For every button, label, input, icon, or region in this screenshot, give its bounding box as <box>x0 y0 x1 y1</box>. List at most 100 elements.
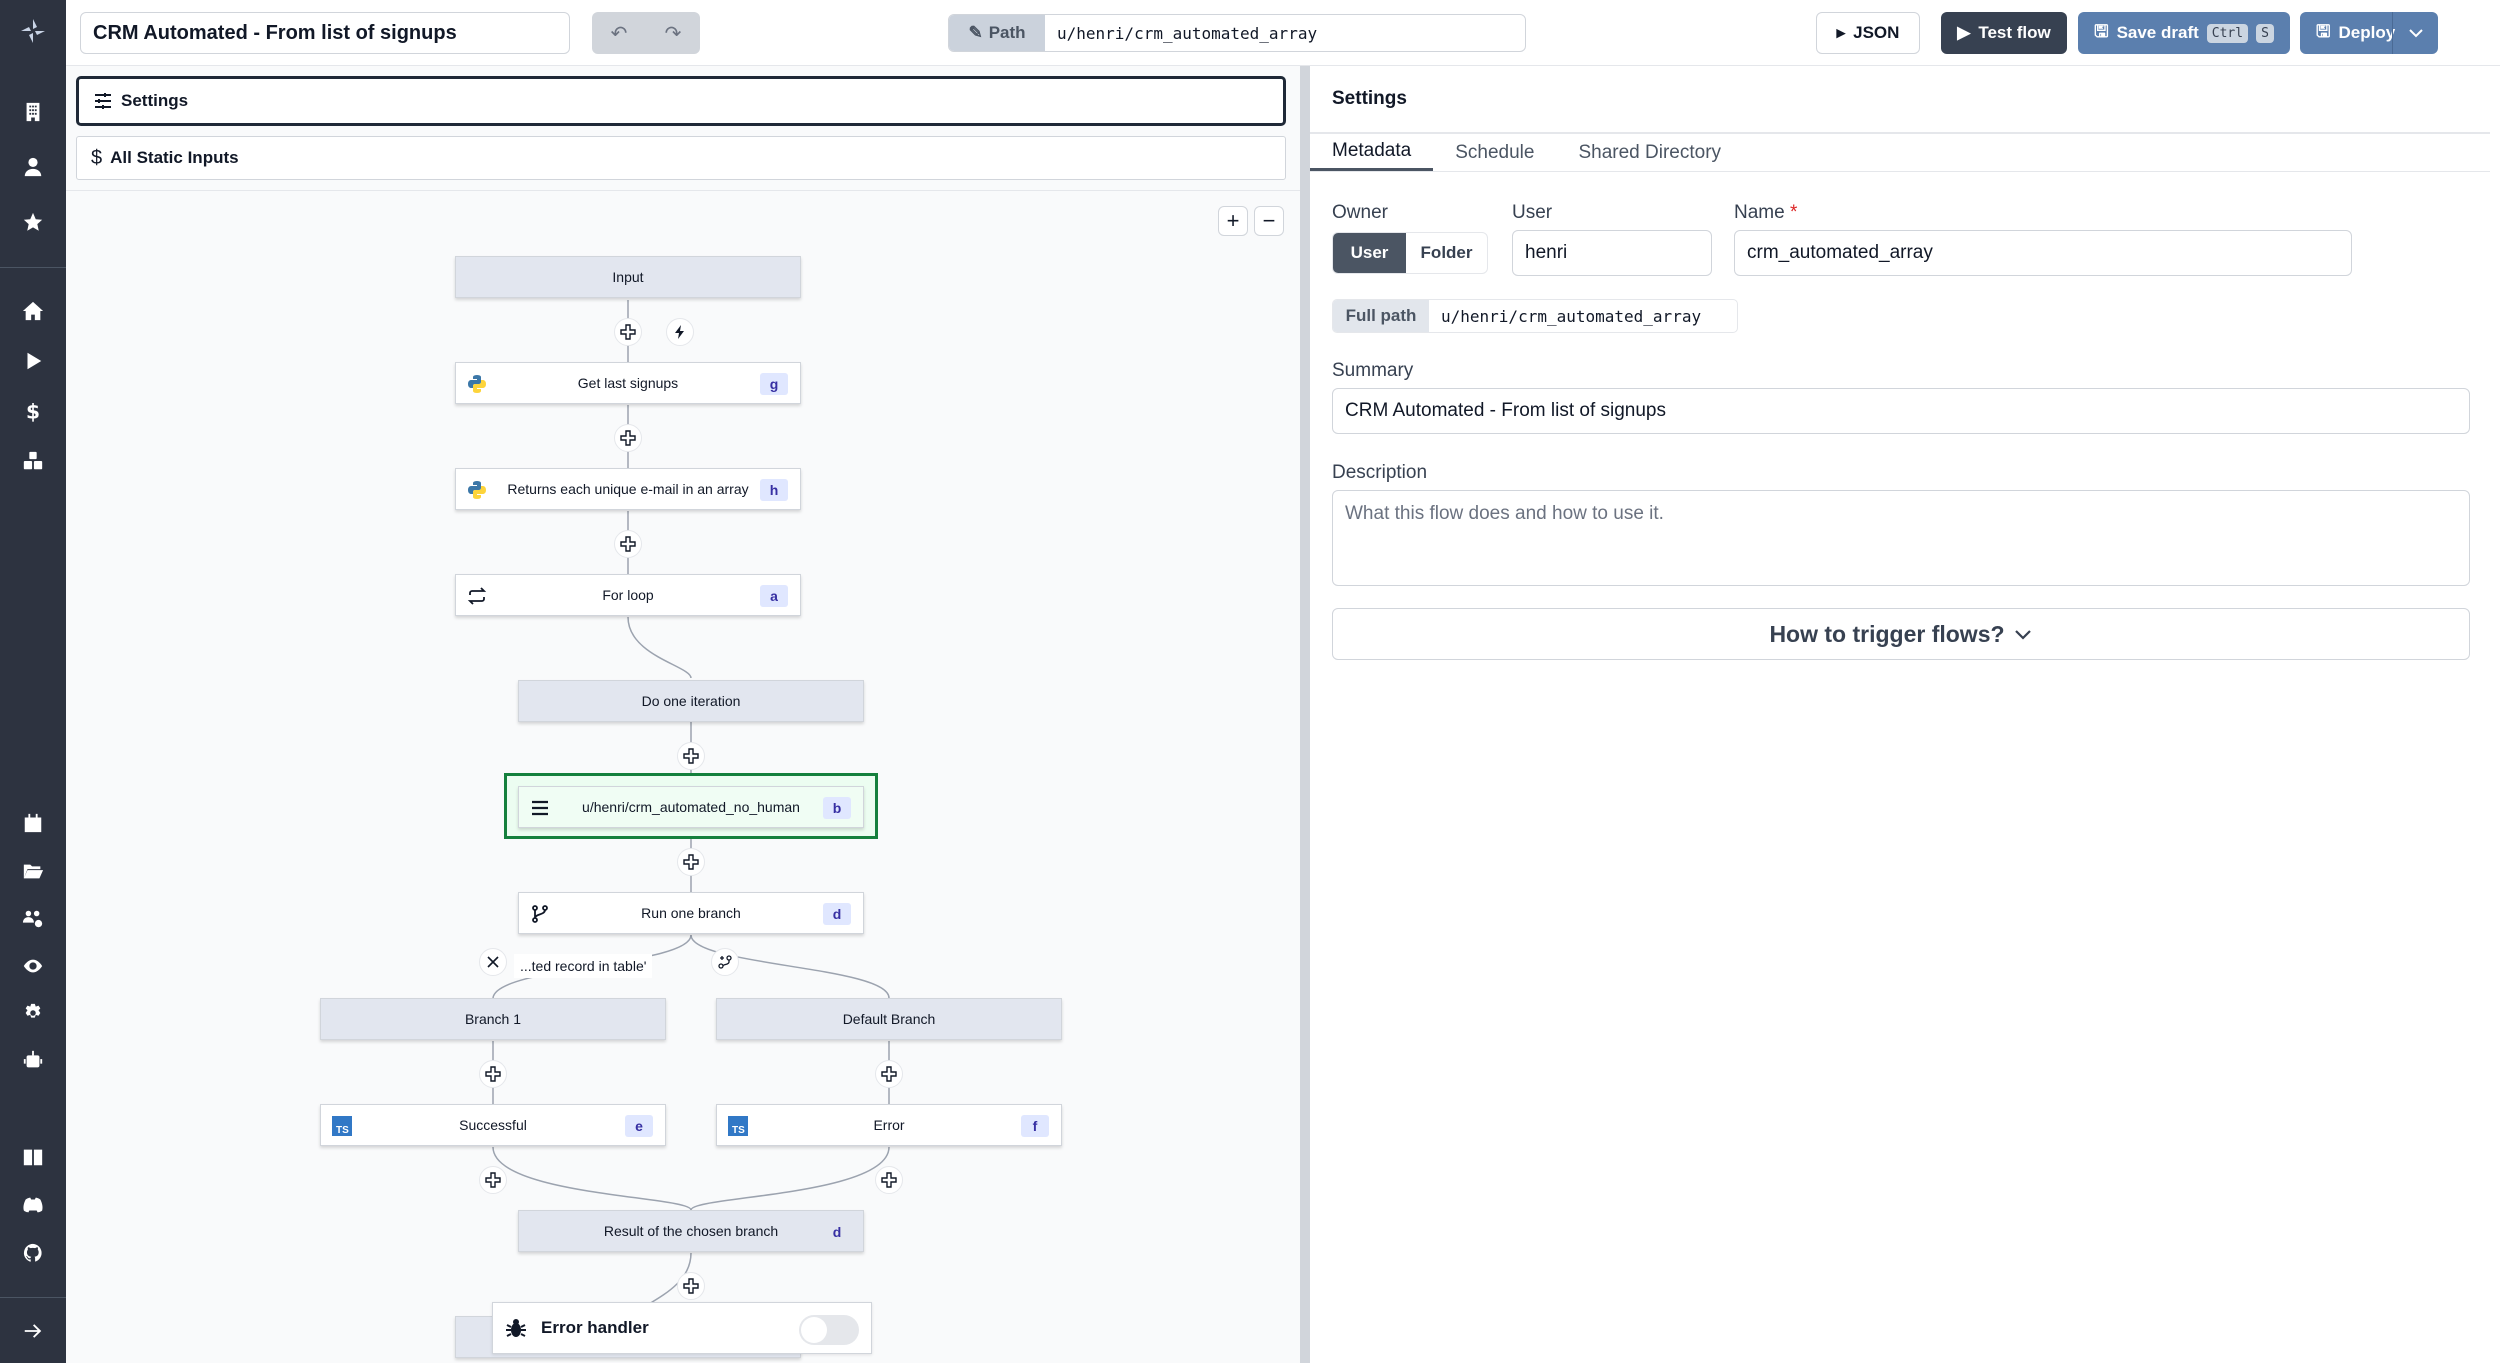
robot-icon[interactable] <box>18 1045 48 1075</box>
flow-node-do-one-iteration[interactable]: Do one iteration <box>518 680 864 722</box>
node-label: u/henri/crm_automated_no_human <box>582 799 800 815</box>
flow-node-for-loop[interactable]: For loop a <box>455 574 801 616</box>
plus-icon <box>683 1278 699 1294</box>
flow-node-error[interactable]: TS Error f <box>716 1104 1062 1146</box>
add-step-button[interactable] <box>614 530 642 558</box>
required-asterisk: * <box>1789 202 1798 223</box>
home-icon[interactable] <box>18 296 48 326</box>
folder-icon[interactable] <box>18 856 48 886</box>
play-icon[interactable] <box>18 346 48 376</box>
undo-icon[interactable]: ↶ <box>611 21 628 46</box>
zoom-out-button[interactable]: − <box>1254 206 1284 236</box>
groups-icon[interactable] <box>18 904 48 934</box>
flow-node-input[interactable]: Input <box>455 256 801 298</box>
plus-icon <box>683 854 699 870</box>
add-step-button[interactable] <box>614 424 642 452</box>
python-icon <box>466 479 488 501</box>
python-icon <box>466 373 488 395</box>
error-handler-row[interactable]: Error handler <box>492 1302 872 1354</box>
add-step-button[interactable] <box>479 1166 507 1194</box>
tab-metadata[interactable]: Metadata <box>1310 134 1434 171</box>
plus-icon <box>485 1172 501 1188</box>
node-label: Successful <box>459 1117 527 1133</box>
add-step-button[interactable] <box>614 318 642 346</box>
redo-icon[interactable]: ↷ <box>665 21 682 46</box>
node-label: Do one iteration <box>641 693 741 709</box>
bars-icon <box>529 797 551 819</box>
add-step-button[interactable] <box>677 1272 705 1300</box>
cubes-icon[interactable] <box>18 446 48 476</box>
owner-user-option[interactable]: User <box>1333 233 1407 273</box>
error-handler-toggle[interactable] <box>799 1315 859 1345</box>
remove-branch-button[interactable] <box>479 948 507 976</box>
save-draft-button[interactable]: 🖫 Save draft Ctrl S <box>2078 12 2290 54</box>
flow-node-branch-1[interactable]: Branch 1 <box>320 998 666 1040</box>
shortcut-key-ctrl: Ctrl <box>2206 23 2249 43</box>
windmill-logo-icon[interactable] <box>18 16 48 46</box>
flow-node-run-one-branch[interactable]: Run one branch d <box>518 892 864 934</box>
node-label: For loop <box>602 587 654 603</box>
settings-pane: Settings Metadata Schedule Shared Direct… <box>1310 66 2500 1363</box>
plus-icon <box>683 748 699 764</box>
deploy-dropdown-chevron-icon[interactable] <box>2392 12 2438 54</box>
path-input[interactable]: u/henri/crm_automated_array <box>1045 15 1317 51</box>
flow-editor-pane: Settings $ All Static Inputs + − Input G… <box>66 66 1300 1363</box>
github-icon[interactable] <box>18 1238 48 1268</box>
plus-icon <box>620 430 636 446</box>
summary-input[interactable]: CRM Automated - From list of signups <box>1332 388 2470 434</box>
static-inputs-row[interactable]: $ All Static Inputs <box>76 136 1286 180</box>
json-label: JSON <box>1853 23 1900 42</box>
path-field[interactable]: ✎ Path u/henri/crm_automated_array <box>948 14 1526 52</box>
json-button[interactable]: ▸ JSON <box>1816 12 1920 54</box>
flow-node-default-branch[interactable]: Default Branch <box>716 998 1062 1040</box>
how-to-trigger-button[interactable]: How to trigger flows? <box>1332 608 2470 660</box>
node-label: Error <box>873 1117 905 1133</box>
add-step-button[interactable] <box>677 742 705 770</box>
typescript-icon: TS <box>727 1115 749 1137</box>
name-input[interactable]: crm_automated_array <box>1734 230 2352 276</box>
pane-splitter[interactable] <box>1300 66 1310 1363</box>
divider <box>66 190 1300 191</box>
add-step-button[interactable] <box>479 1060 507 1088</box>
flow-node-get-last-signups[interactable]: Get last signups g <box>455 362 801 404</box>
flow-settings-row[interactable]: Settings <box>76 76 1286 126</box>
add-step-button[interactable] <box>875 1166 903 1194</box>
arrow-right-icon[interactable] <box>18 1316 48 1346</box>
node-id-badge: e <box>625 1115 653 1137</box>
chevron-down-icon <box>2014 630 2031 640</box>
eye-icon[interactable] <box>18 951 48 981</box>
full-path-value: u/henri/crm_automated_array <box>1441 306 1702 326</box>
flow-node-unique-emails[interactable]: Returns each unique e-mail in an array h <box>455 468 801 510</box>
dollar-icon[interactable]: $ <box>18 396 48 426</box>
flow-node-subflow[interactable]: u/henri/crm_automated_no_human b <box>518 786 864 828</box>
tab-schedule[interactable]: Schedule <box>1433 134 1556 171</box>
branch-condition-label[interactable]: ...ted record in table' <box>514 954 653 978</box>
close-icon <box>487 956 499 968</box>
sliders-icon <box>95 93 111 109</box>
owner-folder-option[interactable]: Folder <box>1406 233 1487 273</box>
discord-icon[interactable] <box>18 1190 48 1220</box>
play-icon: ▶ <box>1957 23 1971 42</box>
flow-node-successful[interactable]: TS Successful e <box>320 1104 666 1146</box>
building-icon[interactable] <box>18 97 48 127</box>
git-branch-icon <box>529 903 551 925</box>
add-step-button[interactable] <box>875 1060 903 1088</box>
user-input[interactable]: henri <box>1512 230 1712 276</box>
user-icon[interactable] <box>18 152 48 182</box>
book-icon[interactable] <box>18 1142 48 1172</box>
gear-icon[interactable] <box>18 998 48 1028</box>
node-id-badge: a <box>760 585 788 607</box>
test-flow-button[interactable]: ▶ Test flow <box>1941 12 2067 54</box>
tab-shared-directory[interactable]: Shared Directory <box>1556 134 1743 171</box>
flow-title-input[interactable]: CRM Automated - From list of signups <box>80 12 570 54</box>
flow-node-result-branch[interactable]: Result of the chosen branch d <box>518 1210 864 1252</box>
add-trigger-button[interactable] <box>666 318 694 346</box>
add-step-button[interactable] <box>677 848 705 876</box>
add-branch-button[interactable] <box>711 948 739 976</box>
calendar-icon[interactable] <box>18 808 48 838</box>
owner-label: Owner <box>1332 202 1388 223</box>
zoom-in-button[interactable]: + <box>1218 206 1248 236</box>
star-icon[interactable] <box>18 207 48 237</box>
deploy-button[interactable]: 🖫 Deploy <box>2300 12 2438 54</box>
description-textarea[interactable]: What this flow does and how to use it. <box>1332 490 2470 586</box>
